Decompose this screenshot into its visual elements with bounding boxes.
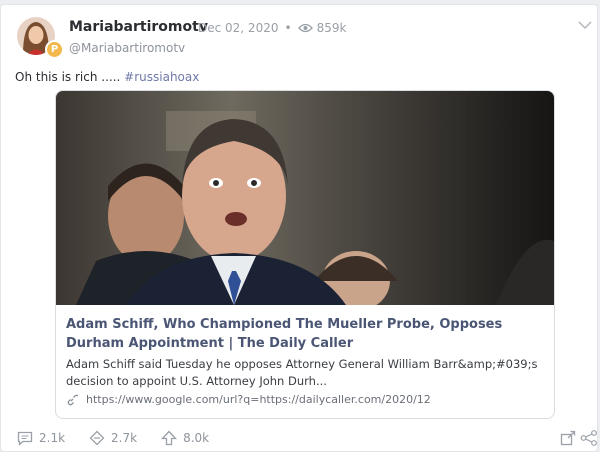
- upvote-icon: [161, 430, 178, 446]
- share-icon[interactable]: [580, 430, 598, 446]
- repost-button[interactable]: 2.7k: [89, 430, 137, 446]
- right-actions: [556, 430, 598, 446]
- link-url-row[interactable]: https://www.google.com/url?q=https://dai…: [66, 393, 431, 406]
- author-name[interactable]: Mariabartiromotv: [69, 19, 208, 35]
- post-card: P Mariabartiromotv Dec 02, 2020 • 859k @…: [0, 4, 598, 452]
- post-meta: Dec 02, 2020 • 859k: [198, 21, 346, 35]
- post-date: Dec 02, 2020: [198, 21, 279, 35]
- link-preview-card[interactable]: Adam Schiff, Who Championed The Mueller …: [55, 90, 555, 419]
- chevron-down-icon[interactable]: [578, 15, 592, 34]
- link-icon: [67, 394, 78, 405]
- link-preview-image: [56, 91, 554, 311]
- reply-button[interactable]: 2.1k: [17, 431, 65, 446]
- reply-count: 2.1k: [39, 431, 66, 445]
- upvote-button[interactable]: 8.0k: [161, 430, 209, 446]
- author-handle[interactable]: @Mariabartiromotv: [69, 41, 185, 55]
- link-title[interactable]: Adam Schiff, Who Championed The Mueller …: [66, 315, 544, 353]
- link-url: https://www.google.com/url?q=https://dai…: [86, 393, 431, 406]
- action-bar: 2.1k 2.7k 8.0k: [17, 430, 233, 446]
- post-text-body: Oh this is rich .....: [15, 70, 125, 84]
- repost-icon: [89, 430, 105, 446]
- repost-count: 2.7k: [111, 431, 138, 445]
- quote-icon[interactable]: [560, 430, 576, 446]
- verified-badge: P: [45, 40, 64, 59]
- post-text: Oh this is rich ..... #russiahoax: [15, 70, 199, 84]
- link-description: Adam Schiff said Tuesday he opposes Atto…: [66, 357, 538, 388]
- view-count: 859k: [316, 21, 347, 35]
- eye-icon: [297, 23, 313, 33]
- comment-icon: [17, 431, 33, 446]
- upvote-count: 8.0k: [183, 431, 210, 445]
- meta-separator: •: [284, 21, 292, 35]
- hashtag-link[interactable]: #russiahoax: [124, 70, 199, 84]
